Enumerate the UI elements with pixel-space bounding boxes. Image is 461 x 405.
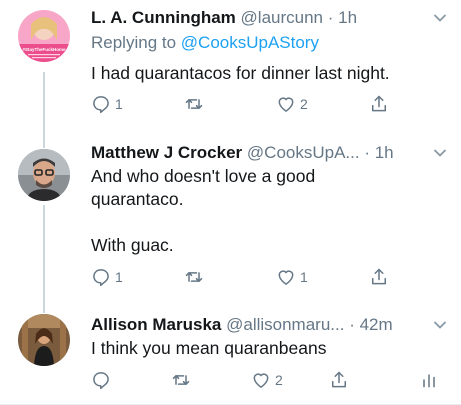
chevron-down-icon[interactable] [433,318,447,332]
tweet[interactable]: Allison Maruska @allisonmaru... · 42m I … [0,0,461,405]
retweet-button[interactable] [171,368,195,392]
tweet-text: I think you mean quaranbeans [91,338,327,358]
reply-button[interactable] [91,368,115,392]
author-name[interactable]: Allison Maruska [91,315,221,334]
tweet-time[interactable]: · 42m [349,315,392,334]
analytics-icon [423,374,435,388]
tweet-actions: 2 [91,368,446,392]
avatar[interactable] [18,314,70,366]
like-icon [253,373,269,388]
like-count: 2 [275,372,283,388]
tweet-header: Allison Maruska @allisonmaru... · 42m [91,314,447,336]
author-handle[interactable]: @allisonmaru... [226,315,344,334]
like-button[interactable]: 2 [251,368,283,392]
retweet-icon [172,375,190,385]
analytics-button[interactable] [419,368,439,392]
share-button[interactable] [329,368,349,392]
share-icon [332,371,346,388]
reply-icon [93,372,109,390]
